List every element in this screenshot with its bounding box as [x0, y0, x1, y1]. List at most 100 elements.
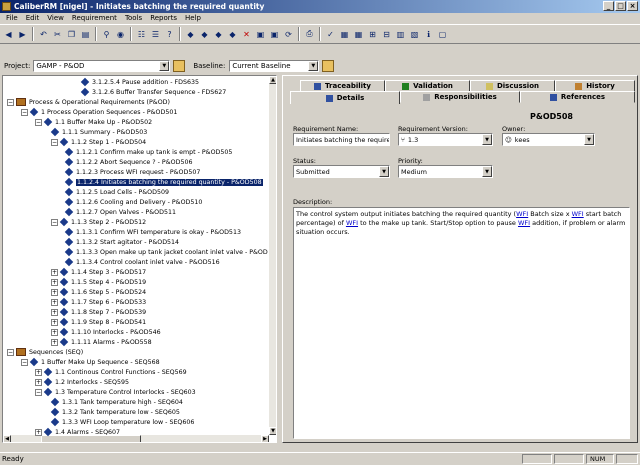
- tree-node[interactable]: − 1.1.3 Step 2 - P&OD512: [51, 217, 146, 227]
- expand-icon[interactable]: +: [51, 298, 58, 306]
- tree-node[interactable]: 1.1.3.2 Start agitator - P&OD514: [64, 237, 179, 247]
- indent-icon[interactable]: ◆: [212, 28, 225, 41]
- tree-node[interactable]: 3.1.2.6 Buffer Transfer Sequence - FDS62…: [80, 87, 226, 97]
- paste-icon[interactable]: ▤: [79, 28, 92, 41]
- chevron-down-icon[interactable]: ▼: [482, 134, 492, 145]
- tree-node[interactable]: 1.1.1 Summary - P&OD503: [50, 127, 147, 137]
- scroll-up-icon[interactable]: ▲: [269, 76, 276, 84]
- print-icon[interactable]: ⎙: [303, 28, 316, 41]
- chevron-down-icon[interactable]: ▼: [584, 134, 594, 145]
- scroll-down-icon[interactable]: ▼: [269, 427, 276, 435]
- tree-node[interactable]: − 1.1.2 Step 1 - P&OD504: [51, 137, 146, 147]
- tree-node[interactable]: − Process & Operational Requirements (P&O…: [7, 97, 170, 107]
- tree-view-icon[interactable]: ☷: [135, 28, 148, 41]
- tree-node[interactable]: 1.1.3.1 Confirm WFI temperature is okay …: [64, 227, 241, 237]
- matrix-icon[interactable]: ▦: [352, 28, 365, 41]
- tree-node[interactable]: 1.1.2.6 Cooling and Delivery - P&OD510: [64, 197, 202, 207]
- tree-node[interactable]: +1.1.6 Step 5 - P&OD524: [51, 287, 146, 297]
- window-icon[interactable]: ▢: [436, 28, 449, 41]
- tree-node[interactable]: +1.1.4 Step 3 - P&OD517: [51, 267, 146, 277]
- tree-node[interactable]: 1.1.2.4 Initiates batching the required …: [64, 177, 263, 187]
- expand-icon[interactable]: +: [51, 308, 58, 316]
- expand-icon[interactable]: +: [35, 378, 42, 386]
- tree-node[interactable]: 1.3.1 Tank temperature high - SEQ604: [50, 397, 183, 407]
- status-select[interactable]: Submitted ▼: [293, 165, 390, 178]
- glossary-link[interactable]: WFI: [518, 219, 530, 227]
- diagram-icon[interactable]: ⊟: [380, 28, 393, 41]
- expand-icon[interactable]: +: [51, 338, 58, 346]
- tree-node[interactable]: 1.1.2.3 Process WFI request - P&OD507: [64, 167, 200, 177]
- cut-icon[interactable]: ✂: [51, 28, 64, 41]
- collapse-icon[interactable]: −: [35, 118, 42, 126]
- tree-node[interactable]: 1.3.3 WFI Loop temperature low - SEQ606: [50, 417, 194, 427]
- tree-node[interactable]: +1.4 Alarms - SEQ607: [35, 427, 120, 437]
- tree-node[interactable]: 1.1.2.7 Open Valves - P&OD511: [64, 207, 176, 217]
- tree-node[interactable]: +1.1.10 Interlocks - P&OD546: [51, 327, 161, 337]
- chevron-down-icon[interactable]: ▼: [308, 61, 319, 71]
- menu-view[interactable]: View: [43, 13, 68, 24]
- expand-icon[interactable]: +: [51, 278, 58, 286]
- collapse-icon[interactable]: −: [7, 348, 14, 356]
- tree-node[interactable]: − 1.3 Temperature Control Interlocks - SE…: [35, 387, 196, 397]
- forward-icon[interactable]: ▶: [16, 28, 29, 41]
- check-icon[interactable]: ✓: [324, 28, 337, 41]
- tree-node[interactable]: +1.1 Continous Control Functions - SEQ56…: [35, 367, 187, 377]
- glossary-link[interactable]: WFI: [516, 210, 528, 218]
- scroll-right-icon[interactable]: ▶: [261, 435, 269, 442]
- glossary-link[interactable]: WFI: [572, 210, 584, 218]
- expand-icon[interactable]: +: [51, 328, 58, 336]
- vertical-scrollbar[interactable]: ▲ ▼: [269, 76, 276, 435]
- tree-node[interactable]: 3.1.2.5.4 Pause addition - FDS635: [80, 77, 199, 87]
- move-up-icon[interactable]: ◆: [184, 28, 197, 41]
- maximize-button[interactable]: □: [615, 1, 626, 11]
- outdent-icon[interactable]: ◆: [226, 28, 239, 41]
- baseline-select[interactable]: Current Baseline ▼: [229, 60, 320, 72]
- tree-node[interactable]: − 1 Process Operation Sequences - P&OD501: [21, 107, 177, 117]
- back-icon[interactable]: ◀: [2, 28, 15, 41]
- scroll-left-icon[interactable]: ◀: [3, 435, 11, 442]
- chevron-down-icon[interactable]: ▼: [159, 61, 170, 71]
- collapse-icon[interactable]: −: [21, 358, 28, 366]
- open-baseline-icon[interactable]: [322, 60, 335, 72]
- copy-icon[interactable]: ❐: [65, 28, 78, 41]
- close-button[interactable]: ×: [627, 1, 638, 11]
- tree-node[interactable]: 1.1.3.4 Control coolant inlet valve - P&…: [64, 257, 220, 267]
- expand-icon[interactable]: +: [51, 268, 58, 276]
- tree-node[interactable]: − 1.1 Buffer Make Up - P&OD502: [35, 117, 152, 127]
- minimize-button[interactable]: _: [603, 1, 614, 11]
- help-icon[interactable]: ?: [163, 28, 176, 41]
- tree-node[interactable]: +1.1.5 Step 4 - P&OD519: [51, 277, 146, 287]
- tree-node[interactable]: 1.1.3.3 Open make up tank jacket coolant…: [64, 247, 268, 257]
- move-down-icon[interactable]: ◆: [198, 28, 211, 41]
- tree-node[interactable]: 1.3.2 Tank temperature low - SEQ605: [50, 407, 180, 417]
- undo-icon[interactable]: ↶: [37, 28, 50, 41]
- menu-requirement[interactable]: Requirement: [68, 13, 121, 24]
- owner-select[interactable]: ☺ kees ▼: [502, 133, 595, 146]
- trace-icon[interactable]: ⊞: [366, 28, 379, 41]
- report-icon[interactable]: ▥: [394, 28, 407, 41]
- menu-help[interactable]: Help: [181, 13, 205, 24]
- collapse-icon[interactable]: −: [35, 388, 42, 396]
- tree-node[interactable]: 1.1.2.2 Abort Sequence ? - P&OD506: [64, 157, 192, 167]
- description-field[interactable]: The control system output initiates batc…: [293, 207, 630, 439]
- expand-icon[interactable]: +: [35, 368, 42, 376]
- requirement-tree[interactable]: ▲ ▼ ◀ ▶ 3.1.2.5.4 Pause addition - FDS63…: [2, 75, 277, 443]
- tree-node[interactable]: 1.1.2.1 Confirm make up tank is empt - P…: [64, 147, 232, 157]
- menu-tools[interactable]: Tools: [121, 13, 146, 24]
- tree-node[interactable]: +1.1.11 Alarms - P&OD558: [51, 337, 152, 347]
- delete-icon[interactable]: ✕: [240, 28, 253, 41]
- menu-file[interactable]: File: [2, 13, 22, 24]
- requirement-version-select[interactable]: ⑂ 1.3 ▼: [398, 133, 493, 146]
- image-icon[interactable]: ▧: [408, 28, 421, 41]
- list-view-icon[interactable]: ☰: [149, 28, 162, 41]
- menu-edit[interactable]: Edit: [22, 13, 44, 24]
- refresh-icon[interactable]: ⟳: [282, 28, 295, 41]
- tree-node[interactable]: +1.1.9 Step 8 - P&OD541: [51, 317, 146, 327]
- tab-references[interactable]: References: [520, 91, 635, 103]
- expand-icon[interactable]: +: [51, 318, 58, 326]
- chevron-down-icon[interactable]: ▼: [482, 166, 492, 177]
- priority-select[interactable]: Medium ▼: [398, 165, 493, 178]
- open-project-icon[interactable]: [173, 60, 186, 72]
- project-select[interactable]: GAMP - P&OD ▼: [33, 60, 171, 72]
- collapse-icon[interactable]: −: [21, 108, 28, 116]
